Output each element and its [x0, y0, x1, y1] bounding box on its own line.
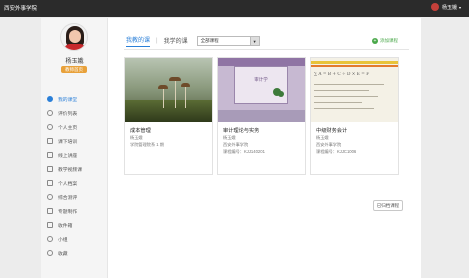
- sidebar-item-training[interactable]: 课下培训: [41, 134, 108, 148]
- user-avatar-icon: [430, 3, 439, 11]
- lecture-icon: [47, 152, 53, 158]
- favorite-icon: [47, 250, 53, 256]
- header-divider: [124, 49, 409, 50]
- sidebar-item-topic[interactable]: 专题制作: [41, 204, 108, 218]
- add-course-button[interactable]: + 添加课程: [372, 38, 398, 44]
- profile-avatar[interactable]: [60, 23, 88, 51]
- sidebar-item-classroom[interactable]: 我的课堂: [41, 92, 108, 106]
- course-code: 课程编号：KJJC1006: [316, 149, 357, 154]
- course-card-cost-management[interactable]: 成本管理 杨玉娥 学院管理院系 1 期: [124, 57, 213, 175]
- inbox-icon: [47, 222, 53, 228]
- sidebar-nav: 我的课堂 评价列表 个人主页 课下培训 线上讲座 教学视频课 个人档案 综合测评…: [41, 92, 108, 260]
- course-title[interactable]: 中级财务会计: [316, 127, 347, 134]
- add-course-label: 添加课程: [380, 38, 398, 43]
- course-title[interactable]: 审计理论与实务: [223, 127, 259, 134]
- sidebar-item-label: 收藏: [58, 251, 68, 257]
- course-thumbnail-audit-book[interactable]: 审计学: [218, 58, 305, 122]
- classroom-icon: [47, 96, 53, 102]
- tab-divider: |: [156, 38, 158, 44]
- chevron-down-icon[interactable]: ▼: [249, 37, 259, 45]
- sidebar-item-lecture[interactable]: 线上讲座: [41, 148, 108, 162]
- archive-icon: [47, 180, 53, 186]
- home-icon: [47, 124, 53, 130]
- sidebar-item-label: 评价列表: [58, 111, 78, 117]
- profile-name: 杨玉娥: [65, 59, 84, 65]
- plus-icon: +: [372, 38, 378, 44]
- top-bar: 西安外事学院 杨玉娥 ▾: [0, 0, 469, 17]
- course-card-intermediate-accounting[interactable]: ∑ A = B + C ÷ D × E = F 中级财务会计 杨玉娥 西安外事学…: [310, 57, 399, 175]
- course-thumbnail-formula[interactable]: ∑ A = B + C ÷ D × E = F: [311, 58, 398, 122]
- tab-teaching-courses[interactable]: 我教的课: [126, 35, 151, 47]
- course-school: 西安外事学院: [223, 142, 249, 147]
- evaluation-icon: [47, 194, 53, 200]
- sidebar-item-inbox[interactable]: 收件箱: [41, 218, 108, 232]
- course-teacher: 杨玉娥: [223, 135, 236, 140]
- course-tabs: 我教的课 | 我学的课 全部课程 ▼: [126, 35, 260, 47]
- sidebar-item-group[interactable]: 小组: [41, 232, 108, 246]
- training-icon: [47, 138, 53, 144]
- user-menu[interactable]: 杨玉娥 ▾: [430, 3, 461, 11]
- course-card-audit[interactable]: 审计学 审计理论与实务 杨玉娥 西安外事学院 课程编号：KJJ140201: [217, 57, 306, 175]
- sidebar-item-review[interactable]: 评价列表: [41, 106, 108, 120]
- course-info: 学院管理院系 1 期: [130, 142, 164, 147]
- sidebar-item-label: 线上讲座: [58, 153, 78, 159]
- sidebar-item-label: 课下培训: [58, 139, 78, 145]
- course-title[interactable]: 成本管理: [130, 127, 151, 134]
- sidebar-item-archive[interactable]: 个人档案: [41, 176, 108, 190]
- course-teacher: 杨玉娥: [130, 135, 143, 140]
- tab-learning-courses[interactable]: 我学的课: [164, 36, 188, 47]
- sidebar-item-label: 小组: [58, 237, 68, 243]
- sidebar-item-label: 个人档案: [58, 181, 78, 187]
- sidebar-item-evaluation[interactable]: 综合测评: [41, 190, 108, 204]
- teacher-home-badge[interactable]: 教师首页: [61, 66, 87, 73]
- video-icon: [47, 166, 53, 172]
- group-icon: [47, 236, 53, 242]
- sidebar-item-favorite[interactable]: 收藏: [41, 246, 108, 260]
- course-school: 西安外事学院: [316, 142, 342, 147]
- brand-title: 西安外事学院: [4, 6, 38, 12]
- sidebar-item-label: 我的课堂: [58, 97, 78, 103]
- sidebar: 杨玉娥 教师首页 我的课堂 评价列表 个人主页 课下培训 线上讲座 教学视频课: [41, 18, 108, 278]
- course-filter-select[interactable]: 全部课程 ▼: [196, 36, 260, 46]
- topic-icon: [47, 208, 53, 214]
- user-name: 杨玉娥: [441, 4, 457, 11]
- sidebar-item-label: 教学视频课: [58, 167, 82, 173]
- course-teacher: 杨玉娥: [316, 135, 329, 140]
- chevron-down-icon: ▾: [458, 4, 461, 10]
- sidebar-item-label: 专题制作: [58, 209, 78, 215]
- sidebar-item-home[interactable]: 个人主页: [41, 120, 108, 134]
- review-icon: [47, 110, 53, 116]
- course-filter-value: 全部课程: [200, 38, 219, 43]
- course-code: 课程编号：KJJ140201: [223, 149, 265, 154]
- sidebar-item-label: 收件箱: [58, 223, 73, 229]
- archived-courses-button[interactable]: 已归档课程: [373, 200, 403, 211]
- sidebar-item-label: 个人主页: [58, 125, 78, 131]
- audit-cover-text: 审计学: [254, 77, 268, 82]
- course-thumbnail-mushrooms[interactable]: [125, 58, 212, 122]
- sidebar-item-video[interactable]: 教学视频课: [41, 162, 108, 176]
- sidebar-item-label: 综合测评: [58, 195, 78, 201]
- accounting-formula-text: ∑ A = B + C ÷ D × E = F: [314, 72, 370, 77]
